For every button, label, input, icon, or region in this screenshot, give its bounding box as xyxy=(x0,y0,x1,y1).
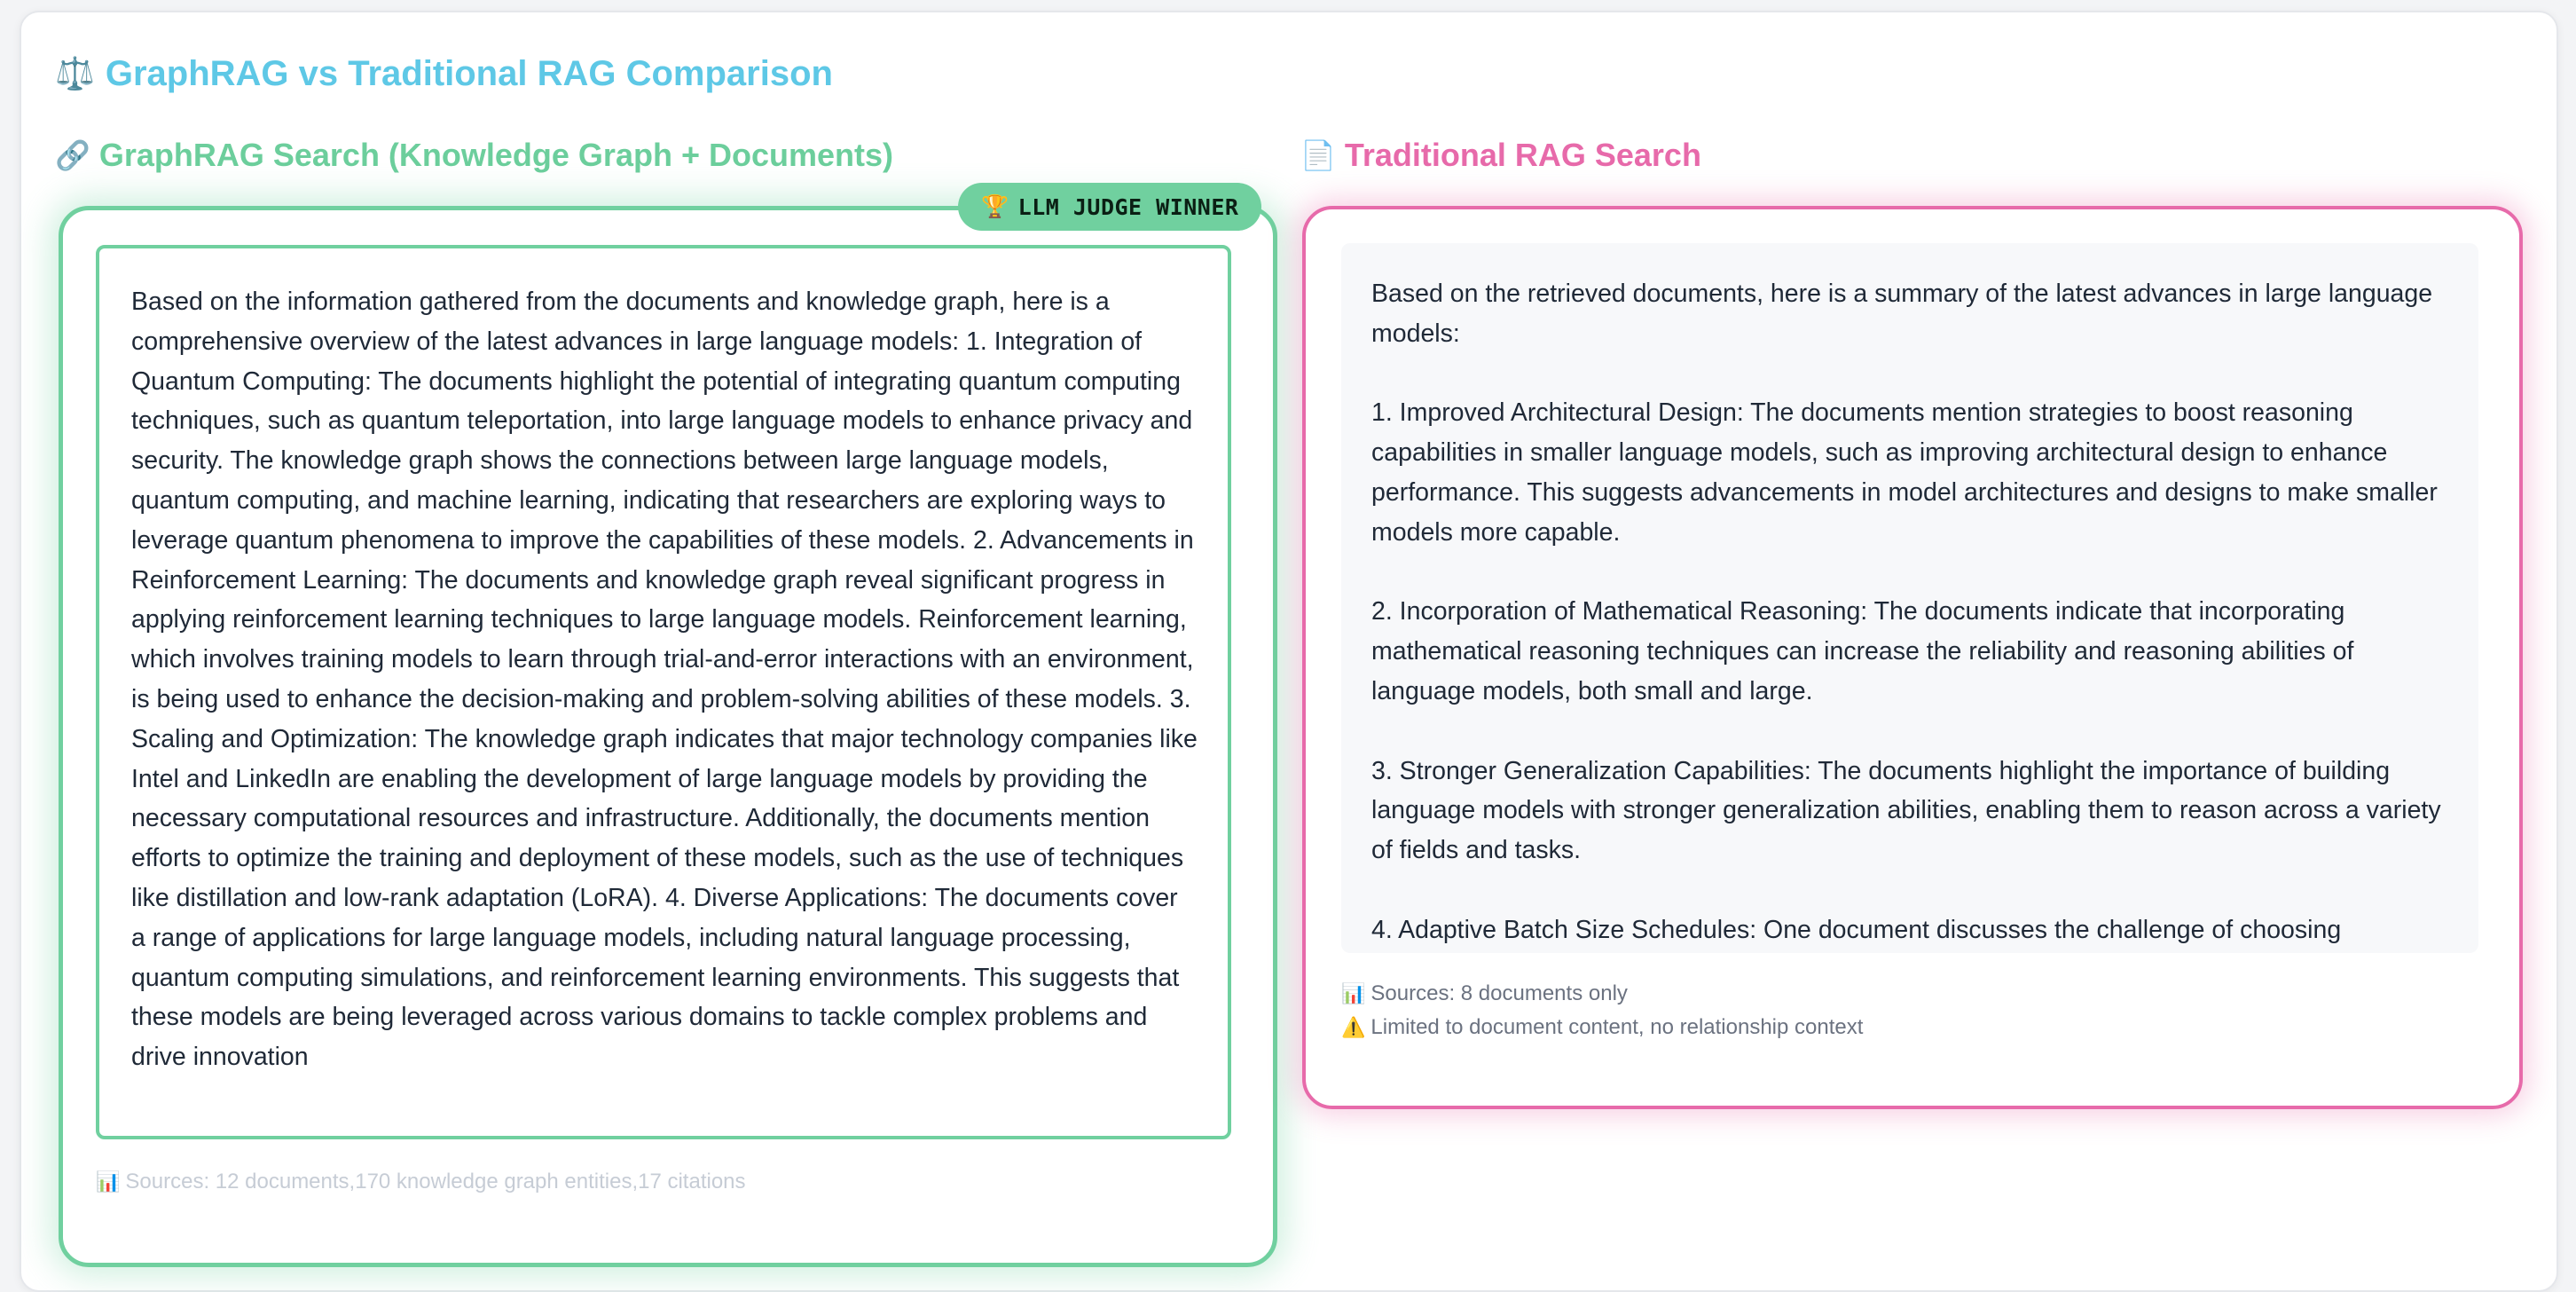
link-icon: 🔗 xyxy=(55,139,90,171)
graphrag-sources-text: Sources: 12 documents,170 knowledge grap… xyxy=(125,1170,746,1194)
bar-chart-icon: 📊 xyxy=(1341,982,1366,1004)
trophy-icon: 🏆 xyxy=(981,193,1009,219)
graphrag-answer-box[interactable]: Based on the information gathered from t… xyxy=(96,245,1231,1139)
traditional-sources-text: Sources: 8 documents only xyxy=(1370,981,1628,1005)
bar-chart-icon: 📊 xyxy=(96,1170,121,1193)
graphrag-sources: 📊 Sources: 12 documents,170 knowledge gr… xyxy=(96,1170,746,1194)
graphrag-heading: 🔗 GraphRAG Search (Knowledge Graph + Doc… xyxy=(55,133,893,177)
llm-judge-winner-badge: 🏆 LLM JUDGE WINNER xyxy=(958,183,1262,231)
graphrag-answer-text: Based on the information gathered from t… xyxy=(131,288,1198,1072)
answer-paragraph: 2. Incorporation of Mathematical Reasoni… xyxy=(1371,597,2354,705)
answer-paragraph: 4. Adaptive Batch Size Schedules: One do… xyxy=(1371,915,2342,944)
scale-icon: ⚖️ xyxy=(55,55,95,91)
traditional-rag-heading: 📄 Traditional RAG Search xyxy=(1300,133,1701,177)
document-icon: 📄 xyxy=(1300,139,1336,171)
traditional-limitation-text: Limited to document content, no relation… xyxy=(1370,1015,1864,1039)
traditional-sources: 📊 Sources: 8 documents only xyxy=(1341,981,1628,1006)
traditional-limitation-note: ⚠️ Limited to document content, no relat… xyxy=(1341,1015,1863,1040)
page-title-text: GraphRAG vs Traditional RAG Comparison xyxy=(105,53,833,93)
answer-paragraph: 1. Improved Architectural Design: The do… xyxy=(1371,398,2438,547)
graphrag-heading-text: GraphRAG Search (Knowledge Graph + Docum… xyxy=(98,137,893,173)
answer-paragraph: Based on the retrieved documents, here i… xyxy=(1371,280,2433,348)
traditional-heading-text: Traditional RAG Search xyxy=(1344,137,1701,173)
page-title: ⚖️ GraphRAG vs Traditional RAG Compariso… xyxy=(55,51,833,96)
winner-badge-label: LLM JUDGE WINNER xyxy=(1017,193,1239,220)
warning-icon: ⚠️ xyxy=(1341,1016,1366,1038)
traditional-answer-box[interactable]: Based on the retrieved documents, here i… xyxy=(1341,243,2478,953)
answer-paragraph: 3. Stronger Generalization Capabilities:… xyxy=(1371,756,2441,865)
